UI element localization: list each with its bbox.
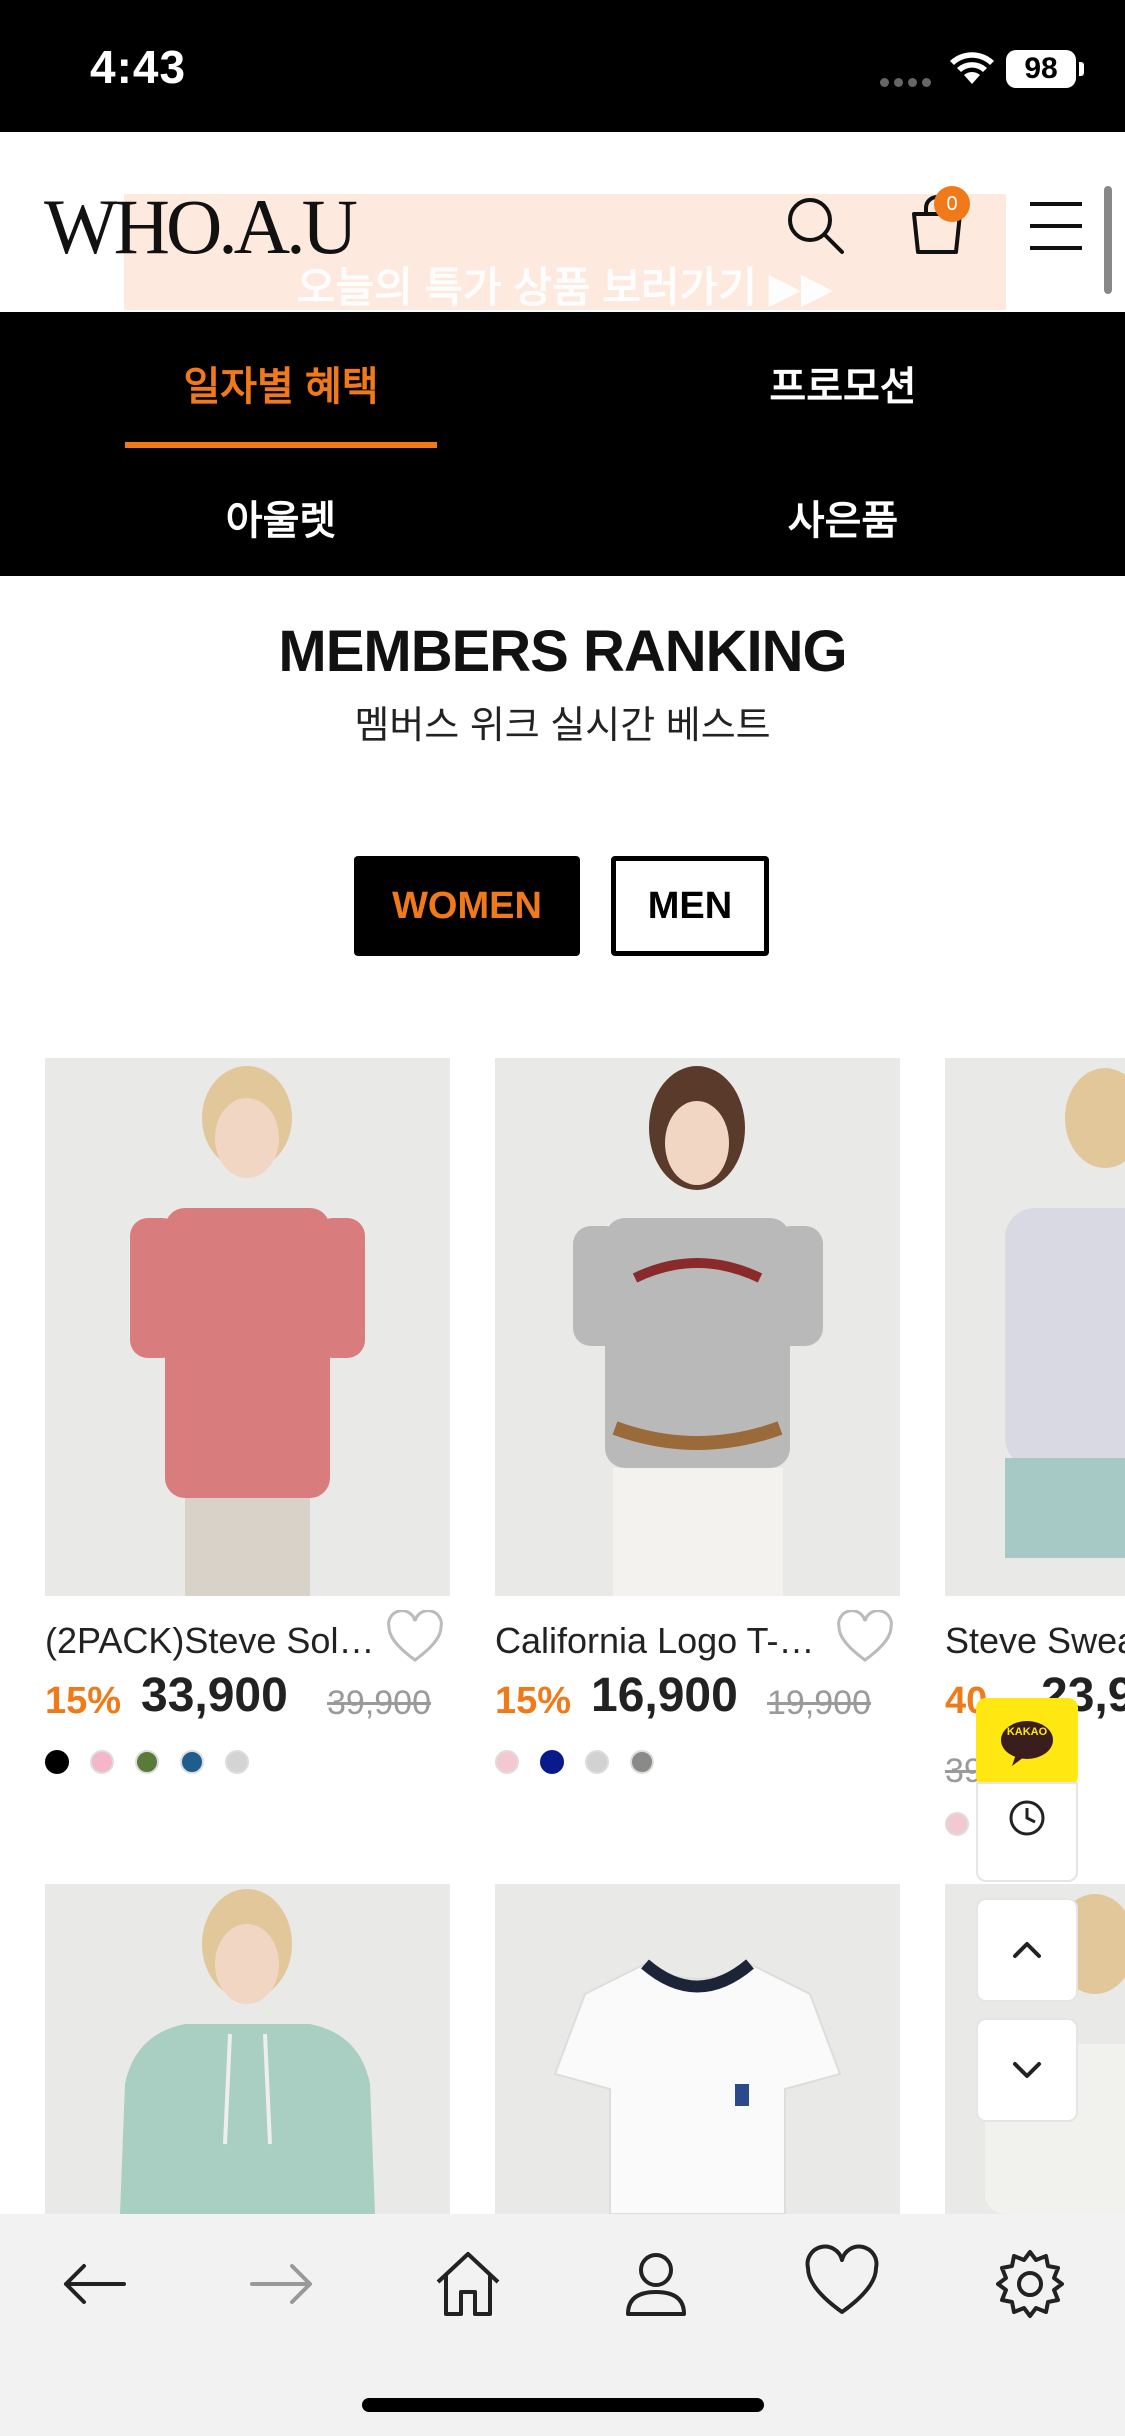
kakao-icon <box>1001 1721 1053 1766</box>
model-sweatshirt-image <box>945 1058 1125 1596</box>
sale-price: 33,900 <box>141 1669 288 1722</box>
sale-price: 16,900 <box>591 1669 738 1722</box>
women-tab-button[interactable]: WOMEN <box>354 856 580 956</box>
product-card[interactable]: (2PACK)Steve Soli… 15% 33,900 39,900 <box>45 1058 450 1774</box>
product-name[interactable]: California Logo T-s… <box>495 1620 825 1662</box>
active-tab-underline <box>125 442 437 448</box>
chevron-down-icon <box>1013 2062 1041 2078</box>
color-swatches <box>45 1750 270 1779</box>
product-image[interactable] <box>45 1058 450 1596</box>
color-swatch <box>135 1750 159 1774</box>
discount-rate: 15% <box>45 1680 122 1722</box>
white-ringer-tshirt-image <box>495 1884 900 2214</box>
original-price: 39,900 <box>327 1684 431 1722</box>
product-card[interactable] <box>495 1884 900 2214</box>
section-title: MEMBERS RANKING <box>278 619 847 684</box>
color-swatch <box>540 1750 564 1774</box>
model-mint-hoodie-image <box>45 1884 450 2214</box>
signal-icon <box>880 74 938 87</box>
browser-toolbar <box>0 2214 1125 2436</box>
search-icon[interactable] <box>780 190 850 260</box>
user-icon[interactable] <box>616 2244 696 2324</box>
nav-item-daily-benefits[interactable]: 일자별 혜택 <box>0 354 562 412</box>
heart-icon[interactable] <box>802 2244 882 2324</box>
color-swatch <box>585 1750 609 1774</box>
recent-viewed-button[interactable] <box>976 1782 1078 1882</box>
kakao-label: KAKAO <box>1006 1726 1048 1738</box>
model-pink-tshirt-image <box>45 1058 450 1596</box>
scroll-bottom-button[interactable] <box>976 2018 1078 2122</box>
status-time: 4:43 <box>90 41 187 93</box>
color-swatch <box>45 1750 69 1774</box>
menu-icon[interactable] <box>1020 190 1090 260</box>
color-swatch <box>945 1812 969 1836</box>
home-icon[interactable] <box>428 2244 508 2324</box>
chevron-up-icon <box>1013 1942 1041 1958</box>
discount-rate: 15% <box>495 1680 572 1722</box>
clock-icon <box>1009 1800 1045 1836</box>
heart-icon[interactable] <box>835 1610 895 1666</box>
nav-item-promotion[interactable]: 프로모션 <box>562 354 1124 412</box>
site-header: 오늘의 특가 상품 보러가기 ▶▶ WHO.A.U 0 <box>0 132 1125 312</box>
settings-gear-icon[interactable] <box>990 2244 1070 2324</box>
color-swatches <box>495 1750 675 1779</box>
home-indicator <box>362 2398 764 2412</box>
product-image[interactable] <box>45 1884 450 2214</box>
kakao-chat-button[interactable]: KAKAO <box>976 1698 1078 1786</box>
product-image[interactable] <box>495 1884 900 2214</box>
forward-arrow-icon[interactable] <box>242 2244 322 2324</box>
color-swatch <box>495 1750 519 1774</box>
men-tab-button[interactable]: MEN <box>611 856 769 956</box>
original-price: 19,900 <box>767 1684 871 1722</box>
color-swatch <box>90 1750 114 1774</box>
color-swatch <box>630 1750 654 1774</box>
scroll-top-button[interactable] <box>976 1898 1078 2002</box>
product-name[interactable]: (2PACK)Steve Soli… <box>45 1620 375 1662</box>
cart-count-badge: 0 <box>934 186 970 222</box>
category-nav: 일자별 혜택 프로모션 아울렛 사은품 <box>0 312 1125 576</box>
color-swatch <box>180 1750 204 1774</box>
product-image[interactable] <box>495 1058 900 1596</box>
color-swatch <box>225 1750 249 1774</box>
heart-icon[interactable] <box>385 1610 445 1666</box>
cart-button[interactable]: 0 <box>902 186 972 260</box>
battery-icon: 98 <box>1006 50 1084 88</box>
scroll-indicator <box>1104 186 1112 294</box>
nav-item-outlet[interactable]: 아울렛 <box>0 488 562 546</box>
product-name[interactable]: Steve Swea <box>945 1620 1125 1662</box>
back-arrow-icon[interactable] <box>54 2244 134 2324</box>
status-bar: 4:43 98 <box>0 0 1125 132</box>
product-card[interactable]: California Logo T-s… 15% 16,900 19,900 <box>495 1058 900 1774</box>
nav-item-gift[interactable]: 사은품 <box>562 488 1124 546</box>
model-gray-california-tshirt-image <box>495 1058 900 1596</box>
brand-logo[interactable]: WHO.A.U <box>44 182 358 272</box>
product-card[interactable] <box>45 1884 450 2214</box>
wifi-icon <box>950 52 994 84</box>
product-image[interactable] <box>945 1058 1125 1596</box>
section-subtitle: 멤버스 위크 실시간 베스트 <box>354 705 771 747</box>
